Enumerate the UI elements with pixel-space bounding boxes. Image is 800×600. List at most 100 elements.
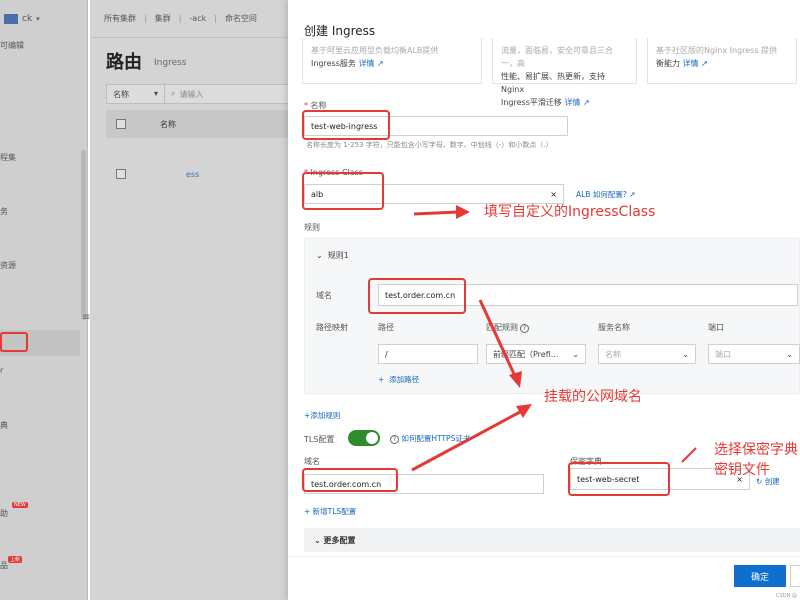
arrowhead: [456, 205, 470, 219]
search-placeholder: 请输入: [179, 90, 204, 99]
row-checkbox[interactable]: [116, 169, 126, 179]
card-detail-link[interactable]: 详情: [683, 59, 699, 68]
highlight-box: [302, 110, 390, 140]
chevron-down-icon: ▾: [36, 15, 40, 23]
add-path-button[interactable]: + 添加路径: [378, 374, 419, 385]
ingress-type-card[interactable]: 基于阿里云应用型负载均衡ALB提供 Ingress服务 详情 ↗: [302, 38, 482, 84]
port-placeholder: 端口: [715, 349, 731, 359]
cluster-name: ck: [22, 14, 33, 24]
add-tls-button[interactable]: + 新增TLS配置: [304, 506, 356, 517]
card-text: 性能、易扩展、热更新，支持Nginx: [501, 72, 605, 94]
plus-icon: +: [378, 375, 385, 384]
service-placeholder: 名称: [605, 349, 621, 359]
domain-label: 域名: [316, 291, 332, 300]
external-link-icon: ↗: [582, 98, 590, 107]
card-detail-link[interactable]: 详情: [564, 98, 580, 107]
arrow-class: [413, 210, 459, 216]
rules-label: 规则: [304, 223, 320, 232]
tls-help-link[interactable]: ? 如何配置HTTPS证书: [388, 433, 470, 444]
chevron-down-icon: ⌄: [314, 535, 321, 545]
sidebar-item[interactable]: 品: [0, 560, 8, 571]
sidebar-item[interactable]: 程集: [0, 152, 16, 163]
confirm-button[interactable]: 确定: [734, 565, 786, 587]
more-config-toggle[interactable]: ⌄ 更多配置: [304, 528, 800, 552]
highlight-box: [302, 172, 384, 210]
chevron-down-icon: ⌄: [316, 251, 323, 260]
sidebar-item[interactable]: r: [0, 366, 3, 375]
main-content: 所有集群 | 集群 | -ack | 命名空间 路由 Ingress 名称 ▾ …: [90, 0, 296, 600]
annotation-class: 填写自定义的IngressClass: [484, 204, 656, 220]
sidebar-item[interactable]: 助: [0, 508, 8, 519]
select-all-checkbox[interactable]: [116, 119, 126, 129]
sidebar-scrollbar[interactable]: [81, 150, 86, 320]
port-column: 端口: [708, 323, 724, 332]
filter-field-label: 名称: [113, 90, 129, 99]
tls-domain-label: 域名: [304, 457, 320, 466]
rule-header[interactable]: ⌄ 规则1: [316, 250, 349, 261]
match-select[interactable]: 前缀匹配（Prefi... ⌄: [486, 344, 586, 364]
highlight-box: [368, 278, 466, 314]
alb-config-link[interactable]: ALB 如何配置? ↗: [576, 189, 636, 200]
cancel-button[interactable]: [790, 565, 800, 587]
new-badge: NEW: [12, 502, 28, 508]
help-icon: ?: [390, 435, 399, 444]
app-sidebar: ck ▾ 可编辑 程集 务 资源 r 典 助 NEW 品 上新 ≡: [0, 0, 90, 600]
match-value: 前缀匹配（Prefi...: [493, 349, 559, 359]
breadcrumb-item[interactable]: 命名空间: [225, 13, 257, 24]
sidebar-selected-highlight: [0, 332, 28, 352]
drawer-footer: 确定 CSDN @: [288, 556, 800, 600]
ingress-type-card[interactable]: 基于社区版的Nginx Ingress 提供 衡能力 详情 ↗: [647, 38, 797, 84]
card-text: 基于社区版的Nginx Ingress 提供: [656, 46, 778, 55]
row-name-link[interactable]: ess: [146, 170, 199, 179]
highlight-box: [302, 468, 398, 492]
search-icon: ⌕: [171, 89, 176, 98]
breadcrumb: 所有集群 | 集群 | -ack | 命名空间: [90, 0, 290, 38]
column-header-name: 名称: [160, 119, 176, 129]
chevron-down-icon: ⌄: [572, 349, 579, 359]
sidebar-item[interactable]: 资源: [0, 260, 16, 271]
breadcrumb-item[interactable]: -ack: [189, 14, 206, 23]
breadcrumb-item[interactable]: 集群: [155, 13, 171, 24]
card-text: 衡能力: [656, 59, 680, 68]
tls-label: TLS配置: [304, 435, 335, 444]
annotation-domain: 挂载的公网域名: [544, 389, 642, 405]
chevron-down-icon: ⌄: [786, 349, 793, 359]
tls-toggle[interactable]: [348, 430, 380, 446]
clear-icon[interactable]: ×: [550, 190, 557, 199]
annotation-secret: 选择保密字典 密钥文件: [714, 442, 798, 478]
card-detail-link[interactable]: 详情: [358, 59, 374, 68]
sidebar-item[interactable]: 典: [0, 420, 8, 431]
card-text: 流量，面临易，安全可靠且三合一，高: [501, 46, 613, 68]
card-text: Ingress服务: [311, 59, 356, 68]
add-rule-button[interactable]: +添加规则: [304, 410, 340, 421]
ingress-type-cards: 基于阿里云应用型负载均衡ALB提供 Ingress服务 详情 ↗ 流量，面临易，…: [302, 38, 800, 107]
path-mapping-label: 路径映射: [316, 323, 348, 332]
create-ingress-drawer: 创建 Ingress 基于阿里云应用型负载均衡ALB提供 Ingress服务 详…: [288, 0, 800, 600]
external-link-icon: ↗: [376, 59, 384, 68]
card-text: Ingress平滑迁移: [501, 98, 562, 107]
service-select[interactable]: 名称 ⌄: [598, 344, 696, 364]
port-select[interactable]: 端口 ⌄: [708, 344, 800, 364]
external-link-icon: ↗: [629, 190, 636, 199]
chevron-down-icon: ⌄: [682, 349, 689, 359]
sidebar-item[interactable]: 务: [0, 206, 8, 217]
path-column: 路径: [378, 323, 394, 332]
help-icon: ?: [520, 324, 529, 333]
name-hint: 名称长度为 1-253 字符，只能包含小写字母、数字、中划线（-）和小数点（.）: [306, 141, 553, 149]
page-subtitle: Ingress: [154, 58, 187, 68]
breadcrumb-item[interactable]: 所有集群: [104, 13, 136, 24]
sidebar-item[interactable]: 可编辑: [0, 40, 24, 51]
cluster-switcher[interactable]: ck ▾: [0, 0, 87, 38]
filter-field-select[interactable]: 名称 ▾: [107, 85, 165, 103]
card-text: 基于阿里云应用型负载均衡ALB提供: [311, 46, 439, 55]
table-row[interactable]: ess: [106, 160, 296, 188]
filter-bar: 名称 ▾ ⌕ 请输入: [106, 84, 296, 104]
path-input[interactable]: /: [378, 344, 478, 364]
logo-icon: [4, 14, 18, 24]
chevron-down-icon: ▾: [153, 89, 158, 98]
search-input[interactable]: ⌕ 请输入: [165, 85, 209, 103]
ingress-type-card[interactable]: 流量，面临易，安全可靠且三合一，高 性能、易扩展、热更新，支持Nginx Ing…: [492, 38, 637, 107]
match-column: 匹配规则?: [486, 322, 529, 333]
rule-panel: [304, 238, 800, 394]
page-title: 路由: [106, 52, 142, 73]
